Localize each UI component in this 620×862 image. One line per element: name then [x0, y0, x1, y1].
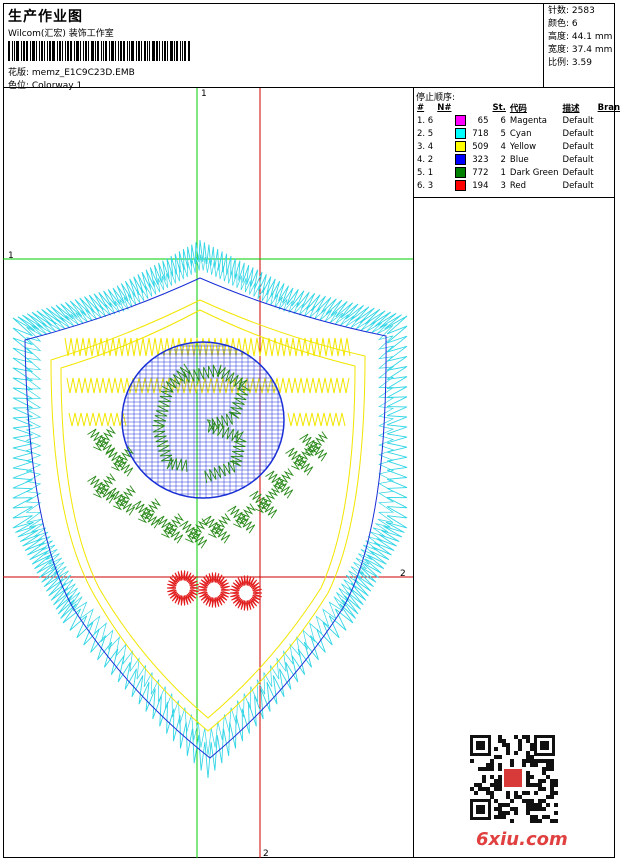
- stop-sequence-table: # N# St. 代码 描述 Brand 元素 1. 6 65 6Magenta D…: [415, 101, 620, 192]
- stitch-count: 65: [477, 116, 489, 126]
- stats-panel: 针数: 2583 颜色: 6 高度: 44.1 mm 宽度: 37.4 mm 比…: [544, 3, 615, 88]
- table-header-row: # N# St. 代码 描述 Brand 元素: [415, 101, 620, 114]
- row-index: 4. 2: [417, 154, 434, 165]
- embroidery-preview: 1 1 2 2: [3, 88, 413, 859]
- stitch-count: 323: [472, 155, 489, 165]
- stitch-count: 509: [472, 142, 489, 152]
- barcode-image: [8, 41, 208, 61]
- digit-0: [229, 575, 263, 611]
- col-stitches: St.: [492, 102, 506, 113]
- red-number-550: [166, 570, 263, 611]
- col-code: 代码: [509, 103, 527, 114]
- color-swatch: [455, 115, 467, 126]
- color-swatch: [455, 141, 467, 152]
- digit-5-second: [197, 572, 231, 608]
- arc-letter-stroke-1: [93, 426, 117, 452]
- arc-letter-stroke-3: [93, 473, 117, 499]
- row-index: 6. 3: [417, 180, 434, 191]
- arc-letter-stroke-10: [255, 488, 279, 514]
- brand-name: Default: [562, 180, 594, 191]
- page-title: 生产作业图: [8, 9, 83, 25]
- header-panel: 生产作业图 Wilcom(汇宏) 装饰工作室 花版: memz_E1C9C23D…: [3, 3, 544, 91]
- stat-scale: 比例: 3.59: [548, 58, 592, 68]
- color-code: 6: [500, 115, 506, 126]
- color-code: 4: [500, 141, 506, 152]
- stitch-count: 194: [472, 181, 489, 191]
- cyan-satin-border: [12, 239, 408, 779]
- color-code: 3: [500, 180, 506, 191]
- arc-letter-stroke-6: [161, 513, 185, 539]
- color-description: Dark Green: [509, 167, 559, 178]
- stop-sequence-panel: 停止顺序: # N# St. 代码 描述 Brand 元素 1. 6 656Ma…: [414, 88, 620, 198]
- row-index: 3. 4: [417, 141, 434, 152]
- table-row: 1. 6 65 6 Magenta Default: [415, 114, 620, 127]
- watermark-logo: 6xiu.com: [476, 829, 568, 850]
- row-index: 5. 1: [417, 167, 434, 178]
- color-swatch: [455, 167, 467, 178]
- color-description: Cyan: [509, 128, 532, 139]
- digit-5-first: [166, 570, 200, 606]
- axis-label-v1: 1: [201, 89, 207, 99]
- shield-yellow-outline: [50, 299, 366, 732]
- shield-satin-border: [12, 239, 408, 779]
- stitch-count: 718: [472, 129, 489, 139]
- color-swatch: [455, 180, 467, 191]
- color-swatch: [455, 154, 467, 165]
- col-description: 描述: [562, 103, 580, 114]
- table-row: 4. 2 323 2 Blue Default: [415, 153, 620, 166]
- stat-stitches: 针数: 2583: [548, 6, 595, 16]
- brand-name: Default: [562, 141, 594, 152]
- color-code: 2: [500, 154, 506, 165]
- row-index: 2. 5: [417, 128, 434, 139]
- col-needle: N#: [437, 102, 452, 113]
- color-description: Blue: [509, 154, 529, 165]
- stitch-count: 772: [472, 168, 489, 178]
- design-filename: 花版: memz_E1C9C23D.EMB: [8, 68, 135, 78]
- axis-label-h2: 2: [400, 569, 406, 579]
- table-row: 3. 4 509 4 Yellow Default: [415, 140, 620, 153]
- cyan-satin-inner: [25, 254, 395, 756]
- color-code: 1: [500, 167, 506, 178]
- arc-letter-stroke-13: [305, 431, 329, 457]
- qr-code: [470, 735, 558, 823]
- shield-yellow-inner-outline: [60, 309, 356, 719]
- axis-label-h1: 1: [8, 251, 14, 261]
- col-brand: Brand: [597, 102, 620, 113]
- arc-letter-stroke-7: [185, 518, 209, 544]
- arc-letter-stroke-8: [208, 513, 232, 539]
- company-name: Wilcom(汇宏) 装饰工作室: [8, 29, 114, 39]
- yellow-band-4: [287, 412, 346, 427]
- arc-letter-stroke-9: [233, 503, 257, 529]
- brand-name: Default: [562, 154, 594, 165]
- arc-letter-stroke-11: [271, 468, 295, 494]
- row-index: 1. 6: [417, 115, 434, 126]
- stat-height: 高度: 44.1 mm: [548, 32, 613, 42]
- brand-name: Default: [562, 115, 594, 126]
- color-code: 5: [500, 128, 506, 139]
- yellow-band-3: [68, 412, 127, 427]
- yellow-band-2: [66, 377, 350, 394]
- color-description: Red: [509, 180, 527, 191]
- design-canvas[interactable]: 1 1 2 2: [3, 88, 414, 859]
- color-description: Magenta: [509, 115, 548, 126]
- brand-name: Default: [562, 128, 594, 139]
- brand-name: Default: [562, 167, 594, 178]
- stat-colors: 颜色: 6: [548, 19, 578, 29]
- table-row: 6. 3 194 3 Red Default: [415, 179, 620, 192]
- table-row: 5. 1 772 1 Dark Green Default: [415, 166, 620, 179]
- arc-letter-stroke-4: [113, 485, 137, 511]
- color-description: Yellow: [509, 141, 537, 152]
- color-swatch: [455, 128, 467, 139]
- table-row: 2. 5 718 5 Cyan Default: [415, 127, 620, 140]
- stat-width: 宽度: 37.4 mm: [548, 45, 613, 55]
- arc-letter-stroke-5: [138, 498, 162, 524]
- axis-label-v2: 2: [263, 849, 269, 858]
- col-index: #: [417, 102, 425, 113]
